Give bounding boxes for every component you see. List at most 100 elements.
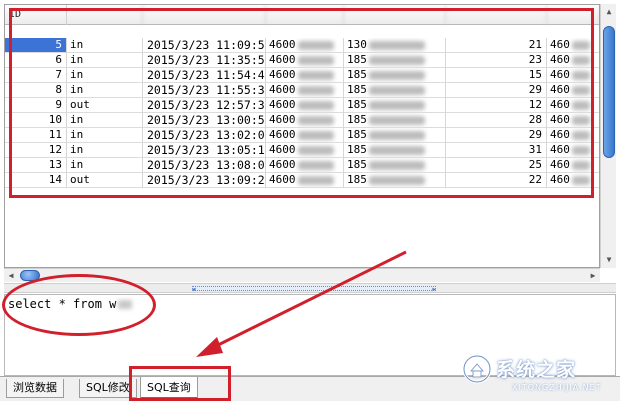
cell-col4[interactable]: 4600: [266, 83, 344, 98]
cell-id[interactable]: 11: [5, 128, 67, 143]
cell-count[interactable]: 31: [446, 143, 547, 158]
cell-col7[interactable]: 460: [547, 158, 599, 173]
cell-col5[interactable]: 185: [344, 143, 446, 158]
column-header-4[interactable]: [266, 5, 344, 25]
cell-count[interactable]: 29: [446, 128, 547, 143]
cell-col5[interactable]: 185: [344, 173, 446, 188]
redacted-value: [297, 160, 334, 170]
cell-count[interactable]: 22: [446, 173, 547, 188]
table-row[interactable]: 6 in 2015/3/23 11:35:51 4600 185 23 460: [5, 53, 599, 68]
cell-col4[interactable]: 4600: [266, 173, 344, 188]
scroll-down-icon[interactable]: ▼: [601, 252, 617, 268]
cell-col5[interactable]: 130: [344, 38, 446, 53]
scroll-right-icon[interactable]: ▶: [586, 269, 600, 283]
cell-col7[interactable]: 460: [547, 113, 599, 128]
grip-icon[interactable]: ◀ ▶: [192, 286, 436, 293]
cell-col4[interactable]: 4600: [266, 143, 344, 158]
cell-col7[interactable]: 460: [547, 53, 599, 68]
column-header-5[interactable]: [344, 5, 446, 25]
column-header-7[interactable]: [547, 5, 599, 25]
table-row[interactable]: 7 in 2015/3/23 11:54:48 4600 185 15 460: [5, 68, 599, 83]
cell-col4[interactable]: 4600: [266, 38, 344, 53]
tab-sql-modify[interactable]: SQL修改: [79, 379, 137, 398]
cell-col7[interactable]: 460: [547, 98, 599, 113]
cell-time[interactable]: 2015/3/23 13:02:04: [143, 128, 266, 143]
cell-col4[interactable]: 4600: [266, 53, 344, 68]
cell-direction[interactable]: out: [67, 173, 143, 188]
tab-browse-data[interactable]: 浏览数据: [6, 379, 64, 398]
cell-col7[interactable]: 460: [547, 68, 599, 83]
cell-id[interactable]: 5: [5, 38, 67, 53]
table-row[interactable]: 13 in 2015/3/23 13:08:02 4600 185 25 460: [5, 158, 599, 173]
column-header-time[interactable]: [143, 5, 266, 25]
cell-id[interactable]: 12: [5, 143, 67, 158]
cell-direction[interactable]: in: [67, 128, 143, 143]
cell-time[interactable]: 2015/3/23 11:54:48: [143, 68, 266, 83]
cell-count[interactable]: 29: [446, 83, 547, 98]
cell-col7[interactable]: 460: [547, 128, 599, 143]
table-row[interactable]: 8 in 2015/3/23 11:55:37 4600 185 29 460: [5, 83, 599, 98]
cell-time[interactable]: 2015/3/23 11:09:56: [143, 38, 266, 53]
cell-count[interactable]: 12: [446, 98, 547, 113]
table-row[interactable]: 14 out 2015/3/23 13:09:26 4600 185 22 460: [5, 173, 599, 188]
cell-time[interactable]: 2015/3/23 13:09:26: [143, 173, 266, 188]
cell-col4[interactable]: 4600: [266, 158, 344, 173]
cell-col4[interactable]: 4600: [266, 128, 344, 143]
cell-count[interactable]: 23: [446, 53, 547, 68]
cell-col7[interactable]: 460: [547, 143, 599, 158]
annotation-sql-circle: [2, 274, 156, 336]
cell-count[interactable]: 28: [446, 113, 547, 128]
cell-direction[interactable]: in: [67, 158, 143, 173]
table-row[interactable]: 12 in 2015/3/23 13:05:14 4600 185 31 460: [5, 143, 599, 158]
cell-time[interactable]: 2015/3/23 13:05:14: [143, 143, 266, 158]
cell-col5[interactable]: 185: [344, 128, 446, 143]
cell-direction[interactable]: in: [67, 68, 143, 83]
cell-col7[interactable]: 460: [547, 173, 599, 188]
cell-count[interactable]: 25: [446, 158, 547, 173]
cell-col4[interactable]: 4600: [266, 113, 344, 128]
data-grid[interactable]: ID 5 in 2015/3/23 11:09:56 4600 130 21 460 6 in 2…: [4, 4, 600, 268]
cell-id[interactable]: 6: [5, 53, 67, 68]
table-row[interactable]: 10 in 2015/3/23 13:00:55 4600 185 28 460: [5, 113, 599, 128]
cell-col4[interactable]: 4600: [266, 68, 344, 83]
scroll-left-icon[interactable]: ◀: [4, 269, 18, 283]
cell-id[interactable]: 9: [5, 98, 67, 113]
cell-time[interactable]: 2015/3/23 13:08:02: [143, 158, 266, 173]
cell-id[interactable]: 13: [5, 158, 67, 173]
cell-time[interactable]: 2015/3/23 11:55:37: [143, 83, 266, 98]
cell-col5[interactable]: 185: [344, 83, 446, 98]
column-header-id[interactable]: ID: [5, 5, 67, 25]
cell-direction[interactable]: in: [67, 38, 143, 53]
cell-col5[interactable]: 185: [344, 113, 446, 128]
table-row[interactable]: 11 in 2015/3/23 13:02:04 4600 185 29 460: [5, 128, 599, 143]
cell-count[interactable]: 21: [446, 38, 547, 53]
vertical-scrollbar[interactable]: ▲ ▼: [600, 4, 616, 268]
tab-sql-query[interactable]: SQL查询: [140, 377, 198, 399]
table-row[interactable]: 9 out 2015/3/23 12:57:38 4600 185 12 460: [5, 98, 599, 113]
table-row[interactable]: 5 in 2015/3/23 11:09:56 4600 130 21 460: [5, 38, 599, 53]
cell-id[interactable]: 8: [5, 83, 67, 98]
scroll-up-icon[interactable]: ▲: [601, 4, 617, 20]
cell-time[interactable]: 2015/3/23 11:35:51: [143, 53, 266, 68]
cell-direction[interactable]: out: [67, 98, 143, 113]
column-header-direction[interactable]: [67, 5, 143, 25]
cell-col7[interactable]: 460: [547, 83, 599, 98]
cell-col5[interactable]: 185: [344, 53, 446, 68]
cell-col4[interactable]: 4600: [266, 98, 344, 113]
cell-id[interactable]: 14: [5, 173, 67, 188]
cell-time[interactable]: 2015/3/23 12:57:38: [143, 98, 266, 113]
cell-col7[interactable]: 460: [547, 38, 599, 53]
cell-col5[interactable]: 185: [344, 158, 446, 173]
cell-direction[interactable]: in: [67, 53, 143, 68]
cell-direction[interactable]: in: [67, 143, 143, 158]
cell-col5[interactable]: 185: [344, 68, 446, 83]
cell-col5[interactable]: 185: [344, 98, 446, 113]
cell-count[interactable]: 15: [446, 68, 547, 83]
cell-id[interactable]: 7: [5, 68, 67, 83]
cell-direction[interactable]: in: [67, 83, 143, 98]
column-header-count[interactable]: [446, 5, 547, 25]
cell-time[interactable]: 2015/3/23 13:00:55: [143, 113, 266, 128]
vertical-scroll-thumb[interactable]: [603, 26, 615, 158]
cell-direction[interactable]: in: [67, 113, 143, 128]
cell-id[interactable]: 10: [5, 113, 67, 128]
